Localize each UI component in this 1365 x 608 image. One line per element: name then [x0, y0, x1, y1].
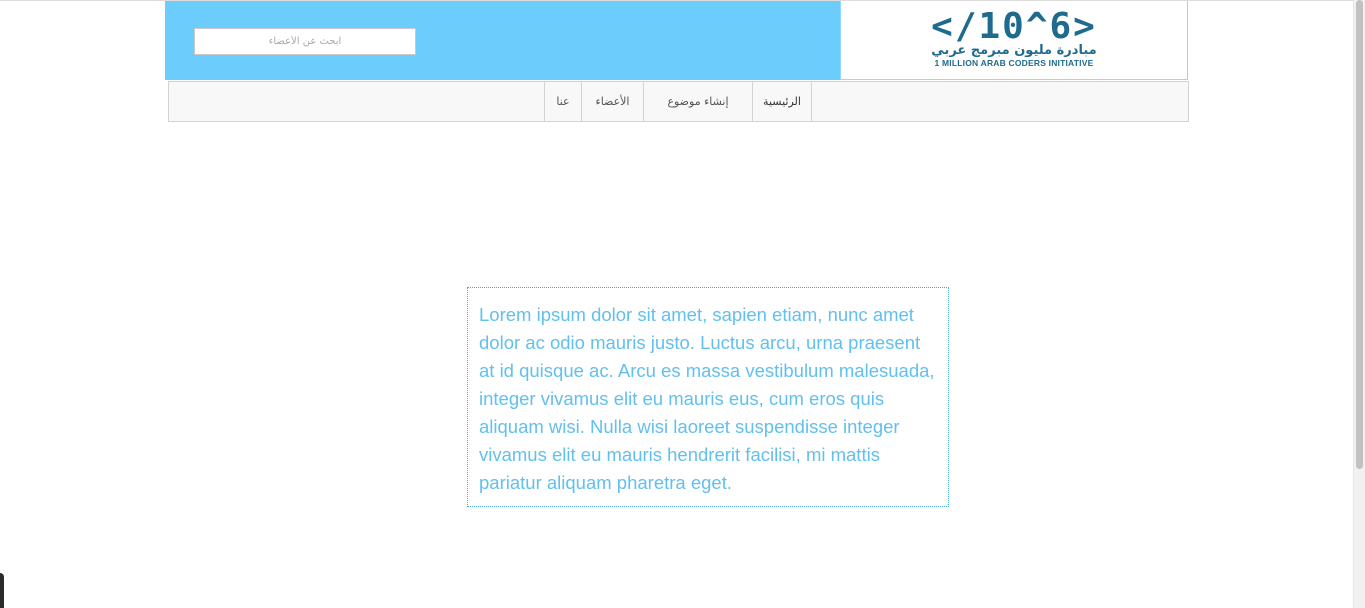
nav-item-home[interactable]: الرئيسية — [752, 82, 812, 121]
logo-arabic-text: مبادرة مليون مبرمج عربي — [931, 43, 1097, 58]
site-logo[interactable]: </10^6> مبادرة مليون مبرمج عربي 1 MILLIO… — [840, 1, 1188, 80]
nav-item-members[interactable]: الأعضاء — [581, 81, 644, 122]
nav-item-about[interactable]: عنا — [544, 82, 581, 121]
site-header: </10^6> مبادرة مليون مبرمج عربي 1 MILLIO… — [165, 1, 1188, 80]
logo-mark: </10^6> — [931, 6, 1097, 47]
member-search-input[interactable] — [194, 28, 416, 55]
content-text-box: Lorem ipsum dolor sit amet, sapien etiam… — [467, 287, 949, 507]
main-nav: الرئيسية إنشاء موضوع الأعضاء عنا — [168, 81, 1189, 122]
nav-item-create-topic[interactable]: إنشاء موضوع — [644, 82, 752, 121]
scrollbar-thumb[interactable] — [1356, 0, 1363, 469]
vertical-scrollbar[interactable] — [1353, 0, 1365, 608]
logo-english-text: 1 MILLION ARAB CODERS INITIATIVE — [934, 58, 1094, 68]
edge-widget — [0, 573, 4, 608]
